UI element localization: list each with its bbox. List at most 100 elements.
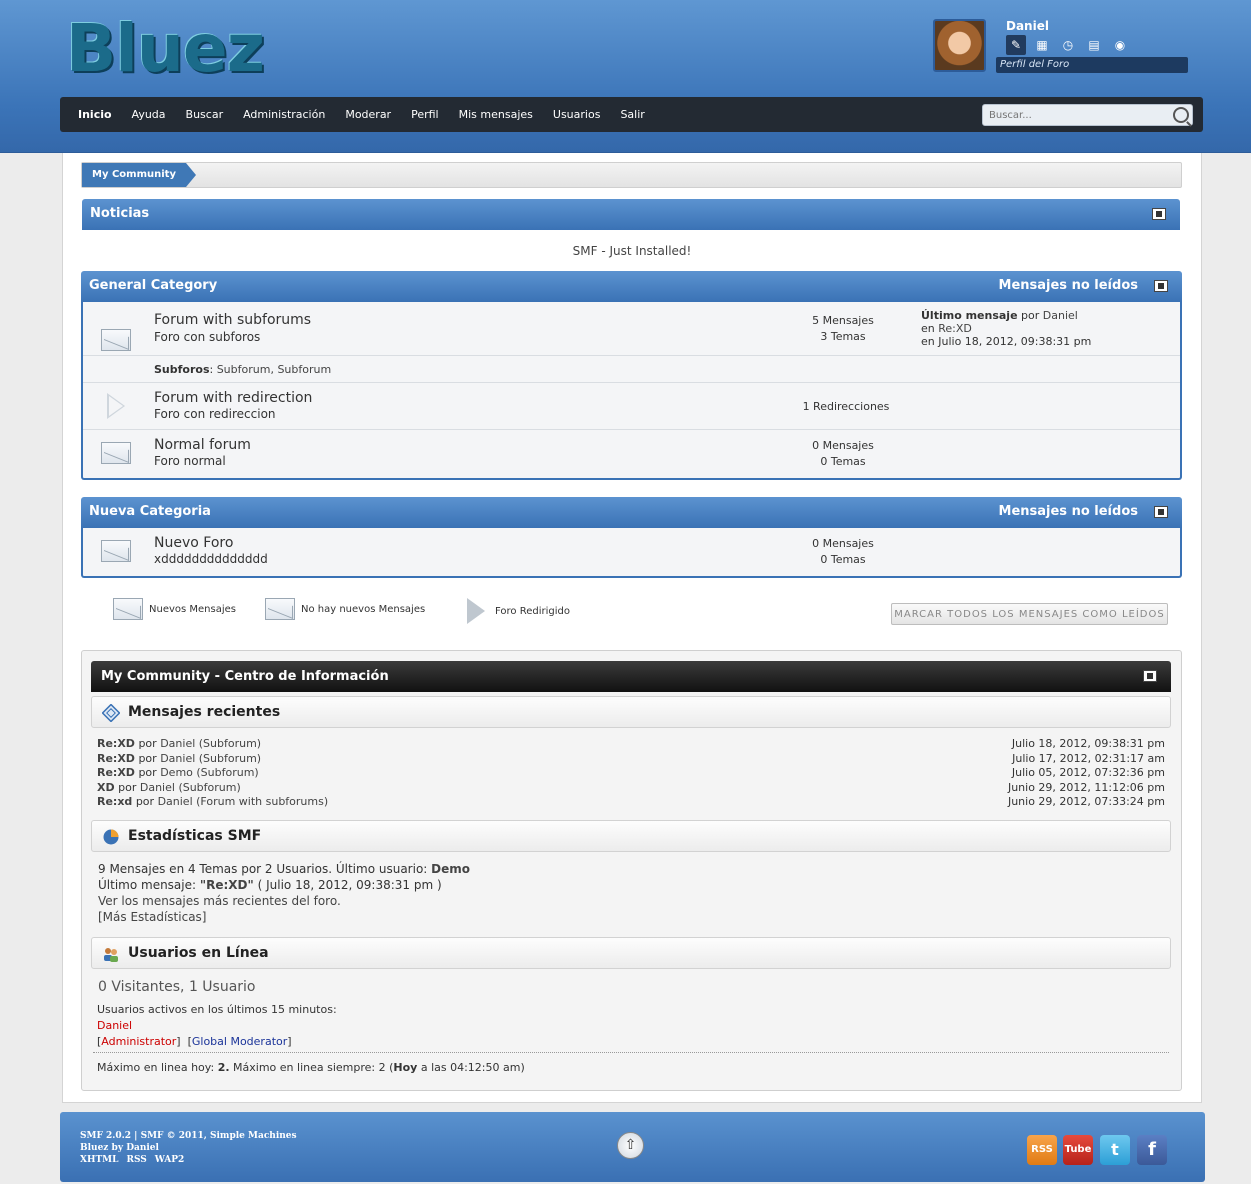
recent-posts-icon bbox=[102, 704, 120, 722]
post-count: 5 Mensajes bbox=[812, 314, 874, 327]
nav-usuarios[interactable]: Usuarios bbox=[543, 108, 611, 121]
collapse-icon[interactable] bbox=[1143, 670, 1157, 682]
post-subject[interactable]: Re:xd bbox=[97, 795, 132, 808]
last-post-label: Último mensaje: bbox=[98, 878, 197, 892]
unread-link[interactable]: Mensajes no leídos bbox=[999, 278, 1138, 293]
post-by: por bbox=[135, 795, 155, 808]
last-post-topic[interactable]: "Re:XD" bbox=[200, 878, 254, 892]
last-post-user[interactable]: Daniel bbox=[1043, 309, 1078, 322]
profile-label: Perfil del Foro bbox=[996, 57, 1188, 73]
divider bbox=[93, 1052, 1169, 1053]
scroll-top-icon[interactable]: ⇧ bbox=[617, 1132, 644, 1159]
footer-credits: SMF 2.0.2 | SMF © 2011, Simple Machines … bbox=[80, 1130, 297, 1166]
search-input[interactable] bbox=[983, 105, 1163, 125]
post-user[interactable]: Demo bbox=[160, 766, 193, 779]
theme-credit: Bluez by Daniel bbox=[80, 1143, 159, 1153]
collapse-icon[interactable] bbox=[1154, 506, 1168, 518]
post-user[interactable]: Daniel bbox=[160, 752, 195, 765]
post-user[interactable]: Daniel bbox=[140, 781, 175, 794]
list-item: Re:XD por Demo (Subforum) Julio 05, 2012,… bbox=[97, 766, 1165, 781]
envelope-icon bbox=[101, 329, 131, 351]
subforum-links[interactable]: Subforum, Subforum bbox=[217, 363, 332, 376]
category-header: General Category Mensajes no leídos bbox=[81, 271, 1182, 302]
clock-icon[interactable]: ◷ bbox=[1058, 35, 1078, 55]
category-title[interactable]: General Category bbox=[89, 278, 217, 293]
group-admin[interactable]: Administrator bbox=[101, 1035, 176, 1048]
post-board[interactable]: (Subforum) bbox=[196, 766, 258, 779]
board-description: Foro normal bbox=[154, 454, 226, 468]
redirect-icon bbox=[107, 393, 125, 419]
post-subject[interactable]: XD bbox=[97, 781, 115, 794]
chat-icon[interactable]: ◉ bbox=[1110, 35, 1130, 55]
header: Bluez Daniel ✎ ▦ ◷ ▤ ◉ Perfil del Foro I… bbox=[0, 0, 1251, 153]
rss-icon[interactable]: RSS bbox=[1027, 1135, 1057, 1165]
post-subject[interactable]: Re:XD bbox=[97, 766, 135, 779]
search-icon[interactable] bbox=[1173, 107, 1189, 123]
last-post-in: en bbox=[921, 322, 935, 335]
subforums-label: Subforos bbox=[154, 363, 210, 376]
more-stats-link[interactable]: [Más Estadísticas] bbox=[98, 909, 470, 925]
profile-icon[interactable]: ✎ bbox=[1006, 35, 1026, 55]
list-item: XD por Daniel (Subforum) Junio 29, 2012, … bbox=[97, 781, 1165, 796]
footer-link-xhtml[interactable]: XHTML bbox=[80, 1155, 118, 1165]
user-icons: ✎ ▦ ◷ ▤ ◉ bbox=[1006, 35, 1130, 55]
nav-salir[interactable]: Salir bbox=[610, 108, 654, 121]
document-icon[interactable]: ▤ bbox=[1084, 35, 1104, 55]
max-online-today-label: Máximo en linea hoy: bbox=[97, 1061, 215, 1074]
online-count: 0 Visitantes, 1 Usuario bbox=[98, 979, 256, 995]
online-user[interactable]: Daniel bbox=[97, 1018, 337, 1034]
post-subject[interactable]: Re:XD bbox=[97, 737, 135, 750]
last-post-topic[interactable]: Re:XD bbox=[938, 322, 972, 335]
collapse-icon[interactable] bbox=[1152, 208, 1166, 220]
post-user[interactable]: Daniel bbox=[158, 795, 193, 808]
category-title[interactable]: Nueva Categoria bbox=[89, 504, 211, 519]
footer-link-rss[interactable]: RSS bbox=[126, 1155, 146, 1165]
nav-perfil[interactable]: Perfil bbox=[401, 108, 449, 121]
nav-mis-mensajes[interactable]: Mis mensajes bbox=[449, 108, 543, 121]
board-row: Forum with redirection Foro con redirecc… bbox=[83, 382, 1180, 429]
last-post: Último mensaje por Daniel en Re:XD en Ju… bbox=[921, 309, 1091, 348]
subforums-row: Subforos: Subforum, Subforum bbox=[83, 355, 1180, 382]
latest-member[interactable]: Demo bbox=[431, 862, 470, 876]
twitter-icon[interactable]: t bbox=[1100, 1135, 1130, 1165]
board-name[interactable]: Nuevo Foro bbox=[154, 535, 233, 551]
copyright[interactable]: SMF 2.0.2 | SMF © 2011, Simple Machines bbox=[80, 1130, 297, 1142]
board-stats: 0 Mensajes 0 Temas bbox=[783, 438, 903, 470]
post-board[interactable]: (Subforum) bbox=[199, 737, 261, 750]
board-name[interactable]: Forum with subforums bbox=[154, 312, 311, 328]
board-description: Foro con redireccion bbox=[154, 407, 276, 421]
post-board[interactable]: (Subforum) bbox=[199, 752, 261, 765]
board-name[interactable]: Normal forum bbox=[154, 437, 251, 453]
nav-moderar[interactable]: Moderar bbox=[335, 108, 401, 121]
unread-link[interactable]: Mensajes no leídos bbox=[999, 504, 1138, 519]
edit-icon[interactable]: ▦ bbox=[1032, 35, 1052, 55]
nav-inicio[interactable]: Inicio bbox=[68, 108, 122, 121]
open-envelope-icon bbox=[113, 598, 143, 620]
post-subject[interactable]: Re:XD bbox=[97, 752, 135, 765]
facebook-icon[interactable]: f bbox=[1137, 1135, 1167, 1165]
group-moderator[interactable]: Global Moderator bbox=[192, 1035, 287, 1048]
username[interactable]: Daniel bbox=[1006, 19, 1049, 33]
breadcrumb-home[interactable]: My Community bbox=[82, 163, 196, 187]
stats-lines: 9 Mensajes en 4 Temas por 2 Usuarios. Úl… bbox=[98, 861, 470, 925]
nav-ayuda[interactable]: Ayuda bbox=[122, 108, 176, 121]
post-board[interactable]: (Forum with subforums) bbox=[196, 795, 328, 808]
post-user[interactable]: Daniel bbox=[160, 737, 195, 750]
board-name[interactable]: Forum with redirection bbox=[154, 390, 312, 406]
stats-header: Estadísticas SMF bbox=[91, 820, 1171, 852]
avatar[interactable] bbox=[933, 19, 986, 72]
board-stats: 5 Mensajes 3 Temas bbox=[783, 313, 903, 345]
post-count: 0 Mensajes bbox=[812, 537, 874, 550]
youtube-icon[interactable]: Tube bbox=[1063, 1135, 1093, 1165]
mark-all-read-button[interactable]: MARCAR TODOS LOS MENSAJES COMO LEÍDOS bbox=[891, 603, 1168, 625]
info-center-header: My Community - Centro de Información bbox=[91, 661, 1171, 692]
site-logo[interactable]: Bluez bbox=[66, 10, 265, 87]
post-board[interactable]: (Subforum) bbox=[178, 781, 240, 794]
recent-posts-link[interactable]: Ver los mensajes más recientes del foro. bbox=[98, 893, 470, 909]
nav-buscar[interactable]: Buscar bbox=[176, 108, 234, 121]
breadcrumb: My Community bbox=[81, 162, 1182, 188]
collapse-icon[interactable] bbox=[1154, 280, 1168, 292]
board-list: Nuevo Foro xdddddddddddddd 0 Mensajes 0 … bbox=[81, 528, 1182, 578]
nav-administracion[interactable]: Administración bbox=[233, 108, 335, 121]
footer-link-wap2[interactable]: WAP2 bbox=[155, 1155, 185, 1165]
